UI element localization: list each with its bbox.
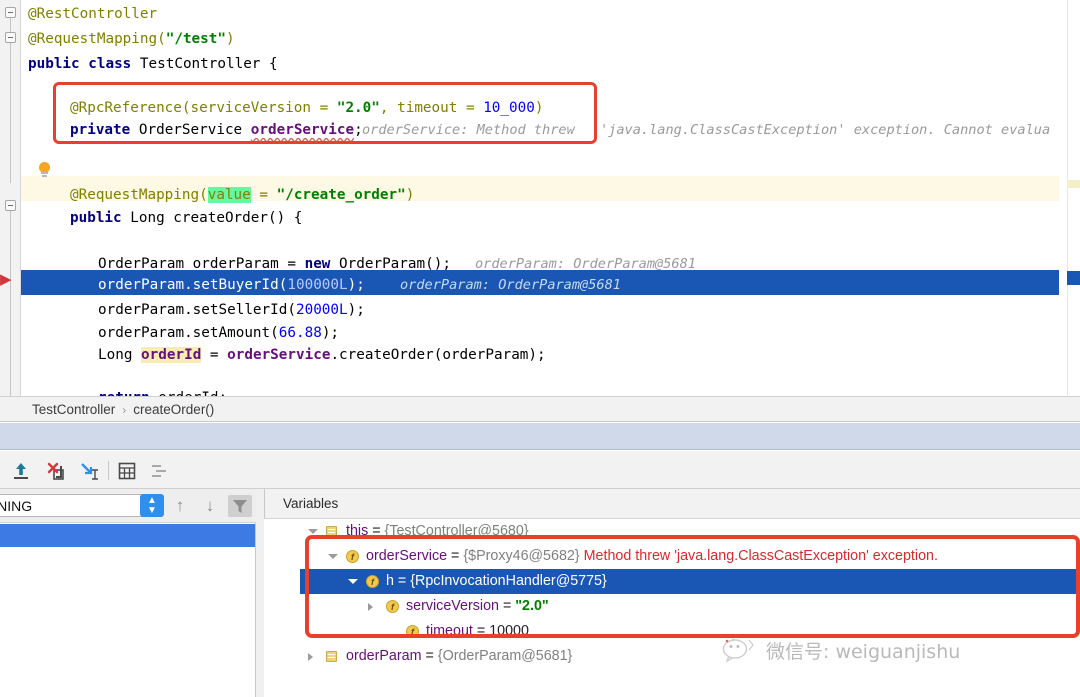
- field-icon: f: [366, 575, 379, 588]
- field-icon: f: [386, 600, 399, 613]
- inline-hint: orderParam: OrderParam@5681: [400, 277, 621, 293]
- filter-icon[interactable]: [228, 495, 252, 517]
- variable-value: 10000: [489, 623, 529, 639]
- variable-value: {TestController@5680}: [384, 523, 529, 539]
- variable-name: serviceVersion: [406, 598, 499, 614]
- variable-value: {$Proxy46@5682}: [463, 548, 580, 564]
- expand-arrow-down-icon[interactable]: [328, 554, 338, 559]
- variable-name: this: [346, 523, 369, 539]
- variable-name: h: [386, 573, 394, 589]
- inline-debug-hints: orderService: Method threw 'java.lang.Cla…: [0, 0, 1080, 396]
- variable-label: serviceVersion = "2.0": [406, 594, 549, 619]
- variable-value: {RpcInvocationHandler@5775}: [410, 573, 607, 589]
- variable-equals: =: [393, 573, 411, 589]
- editor-scrollbar[interactable]: [1067, 0, 1080, 396]
- variable-value: "2.0": [515, 598, 549, 614]
- variable-label: orderService = {$Proxy46@5682} Method th…: [366, 544, 938, 569]
- wechat-icon: [722, 638, 754, 663]
- variable-row[interactable]: f orderService = {$Proxy46@5682} Method t…: [300, 544, 1080, 569]
- inline-hint: 'java.lang.ClassCastException' exception…: [600, 122, 1051, 138]
- variable-row[interactable]: f serviceVersion = "2.0": [300, 594, 1080, 619]
- breadcrumb-method[interactable]: createOrder(): [133, 402, 214, 417]
- variable-equals: =: [421, 648, 438, 664]
- variables-header: Variables: [264, 489, 1080, 519]
- variable-label: orderParam = {OrderParam@5681}: [346, 644, 572, 669]
- thread-selector[interactable]: NNING: [0, 494, 146, 517]
- debug-tab-strip[interactable]: [0, 423, 1080, 450]
- expand-arrow-right-icon[interactable]: [368, 603, 373, 611]
- ide-window: ▶ @RestController @RequestMapping("/test"…: [0, 0, 1080, 697]
- layout-settings-icon[interactable]: [148, 460, 170, 482]
- variable-value: {OrderParam@5681}: [437, 648, 573, 664]
- frames-toolbar[interactable]: NNING ▲▼ ↑ ↓: [0, 489, 256, 523]
- toolbar-separator: [108, 461, 109, 480]
- breadcrumb-class[interactable]: TestController: [32, 402, 115, 417]
- frame-down-button[interactable]: ↓: [200, 496, 220, 516]
- step-out-icon[interactable]: [10, 460, 32, 482]
- evaluate-expression-icon[interactable]: [116, 460, 138, 482]
- object-icon: [326, 526, 337, 537]
- variable-row[interactable]: fh = {RpcInvocationHandler@5775}: [300, 569, 1080, 594]
- expand-arrow-down-icon[interactable]: [348, 579, 358, 584]
- frame-up-button[interactable]: ↑: [170, 496, 190, 516]
- expand-arrow-right-icon[interactable]: [308, 653, 313, 661]
- code-editor[interactable]: ▶ @RestController @RequestMapping("/test"…: [0, 0, 1080, 396]
- frames-panel[interactable]: NNING ▲▼ ↑ ↓ ): [0, 489, 256, 697]
- variable-name: orderParam: [346, 648, 422, 664]
- variable-equals: =: [498, 598, 516, 614]
- variable-label: h = {RpcInvocationHandler@5775}: [386, 569, 607, 594]
- field-icon: f: [346, 550, 359, 563]
- object-icon: [326, 651, 337, 662]
- variable-label: this = {TestController@5680}: [346, 519, 529, 544]
- run-to-cursor-icon[interactable]: [78, 460, 100, 482]
- expand-arrow-down-icon[interactable]: [308, 529, 318, 534]
- scrollbar-marker-selection: [1067, 271, 1080, 285]
- field-icon: f: [406, 625, 419, 638]
- variable-equals: =: [368, 523, 385, 539]
- variable-equals: =: [472, 623, 490, 639]
- breadcrumb[interactable]: TestController › createOrder(): [0, 396, 1080, 422]
- variable-equals: =: [447, 548, 464, 564]
- debug-toolbar[interactable]: [0, 451, 1080, 489]
- variable-error-text: Method threw 'java.lang.ClassCastExcepti…: [579, 548, 938, 564]
- watermark: 微信号: weiguanjishu: [722, 633, 1022, 667]
- variables-tree[interactable]: this = {TestController@5680} f orderServic…: [300, 519, 1080, 697]
- watermark-text: 微信号: weiguanjishu: [766, 640, 961, 663]
- variable-name: orderService: [366, 548, 448, 564]
- scrollbar-marker-warning: [1067, 180, 1080, 188]
- variable-row[interactable]: this = {TestController@5680}: [300, 519, 1080, 544]
- force-step-into-icon[interactable]: [45, 460, 67, 482]
- variable-name: timeout: [426, 623, 473, 639]
- variable-label: timeout = 10000: [426, 619, 529, 644]
- frame-list-item-selected[interactable]: ): [0, 524, 255, 547]
- breadcrumb-separator-icon: ›: [122, 403, 127, 417]
- thread-selector-stepper-icon[interactable]: ▲ ▼: [140, 494, 164, 517]
- inline-hint: orderService: Method threw: [362, 122, 575, 138]
